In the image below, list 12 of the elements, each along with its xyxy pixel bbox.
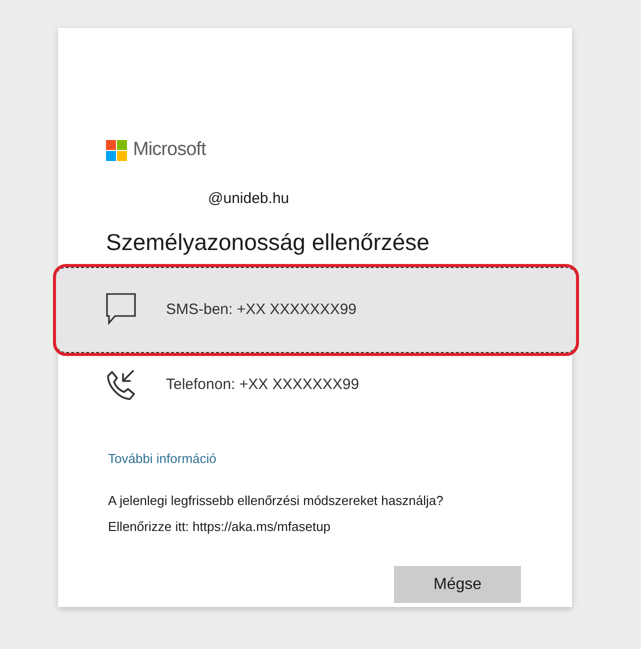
page-title: Személyazonosság ellenőrzése: [106, 228, 430, 257]
microsoft-logo-icon: [106, 140, 127, 161]
verification-option[interactable]: SMS-ben: +XX XXXXXXX99: [56, 267, 576, 353]
chat-bubble-icon: [106, 293, 136, 327]
notice-text: Ellenőrizze itt: https://aka.ms/mfasetup: [108, 518, 332, 536]
incoming-call-icon: [106, 369, 136, 401]
brand-name: Microsoft: [133, 138, 206, 162]
verification-option[interactable]: Telefonon: +XX XXXXXXX99: [56, 353, 576, 417]
notice-text: A jelenlegi legfrissebb ellenőrzési módszereket használja?: [108, 492, 444, 510]
more-info-link[interactable]: További információ: [108, 451, 216, 466]
account-email: @unideb.hu: [208, 190, 290, 206]
cancel-button[interactable]: Mégse: [394, 566, 521, 603]
